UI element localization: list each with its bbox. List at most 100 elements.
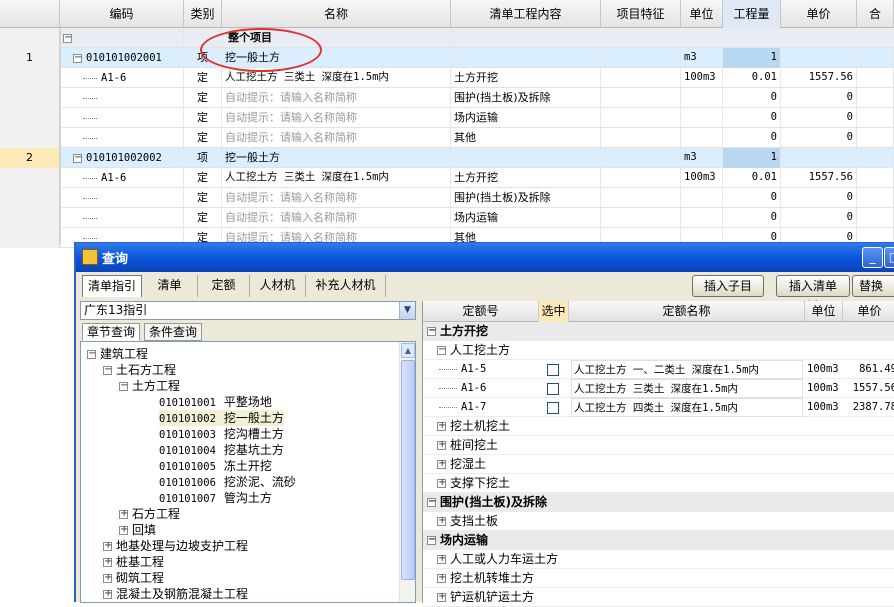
col-header-type[interactable]: 类别 [184,0,222,28]
expand-icon[interactable]: + [437,459,446,469]
row-number[interactable] [0,108,60,128]
total-cell[interactable] [857,128,894,148]
collapse-icon[interactable]: − [427,497,436,507]
feature-cell[interactable] [601,108,681,128]
guide-select[interactable]: 广东13指引 ▼ [80,301,416,320]
unit-cell[interactable] [681,208,723,228]
collapse-icon[interactable]: − [63,32,72,43]
tab-list-guide[interactable]: 清单指引 [82,275,142,297]
quantity-cell[interactable]: 0 [723,108,781,128]
quantity-cell[interactable]: 0 [723,88,781,108]
collapse-icon[interactable]: − [73,152,82,163]
tree-node[interactable]: − 建筑工程 [87,346,148,362]
content-cell[interactable] [451,148,601,168]
unit-cell[interactable]: m3 [681,148,723,168]
total-cell[interactable] [857,108,894,128]
name-cell[interactable]: 自动提示：请输入名称简称 [222,128,451,148]
expand-icon[interactable]: + [437,440,446,450]
root-expander-cell[interactable]: − [60,28,184,48]
col-header-quota-code[interactable]: 定额号 [423,301,539,322]
expand-icon[interactable]: + [437,573,446,583]
tree-scrollbar[interactable]: ▲ [399,342,415,602]
quota-subgroup-row[interactable]: + 挖湿土 [423,455,894,474]
quota-subgroup-row[interactable]: + 支撑下挖土 [423,474,894,493]
expand-icon[interactable]: + [103,541,112,551]
content-cell[interactable]: 围护(挡土板)及拆除 [451,188,601,208]
collapse-icon[interactable]: − [427,535,436,545]
price-cell[interactable]: 0 [781,88,857,108]
quota-row[interactable]: A1-6 定人工挖土方 三类土 深度在1.5m内 土方开挖 100m3 0.01 1557… [0,168,894,188]
price-cell[interactable]: 1557.56 [781,68,857,88]
total-cell[interactable] [857,168,894,188]
collapse-icon[interactable]: − [437,345,446,355]
row-number[interactable] [0,128,60,148]
type-cell[interactable]: 定 [184,88,222,108]
code-cell[interactable] [60,108,184,128]
tab-list[interactable]: 清单 [142,275,198,297]
row-number[interactable]: 1 [0,48,60,68]
expand-icon[interactable]: + [103,589,112,599]
col-header-unit[interactable]: 单位 [805,301,843,322]
name-cell[interactable]: 自动提示：请输入名称简称 [222,188,451,208]
unit-cell[interactable] [681,188,723,208]
quota-item-row[interactable]: A1-6 人工挖土方 三类土 深度在1.5m内 100m3 1557.56 [423,379,894,398]
tab-materials[interactable]: 人材机 [250,275,306,297]
name-cell[interactable]: 自动提示：请输入名称简称 [222,108,451,128]
total-cell[interactable] [857,188,894,208]
unit-cell[interactable]: 100m3 [681,68,723,88]
price-cell[interactable]: 1557.56 [781,168,857,188]
feature-cell[interactable] [601,208,681,228]
tree-leaf-010101006[interactable]: 010101006 挖淤泥、流砂 [159,474,296,490]
tree-leaf-010101007[interactable]: 010101007 管沟土方 [159,490,272,506]
quota-subgroup-row[interactable]: + 挖土机挖土 [423,417,894,436]
price-cell[interactable]: 0 [781,208,857,228]
price-cell[interactable]: 0 [781,128,857,148]
quota-subgroup-row[interactable]: + 挖土机转堆土方 [423,569,894,588]
quota-subgroup-row[interactable]: − 人工挖土方 [423,341,894,360]
quota-group-row[interactable]: − 围护(挡土板)及拆除 [423,493,894,512]
price-cell[interactable]: 0 [781,108,857,128]
minimize-button[interactable]: _ [862,247,883,268]
quantity-cell[interactable]: 0 [723,208,781,228]
quota-group-row[interactable]: − 场内运输 [423,531,894,550]
code-cell[interactable]: −010101002001 [60,48,184,68]
collapse-icon[interactable]: − [119,381,128,391]
tree-node[interactable]: + 砌筑工程 [103,570,164,586]
quota-group-row[interactable]: − 土方开挖 [423,322,894,341]
expand-icon[interactable]: + [437,516,446,526]
total-cell[interactable] [857,208,894,228]
scroll-thumb[interactable] [401,360,415,580]
feature-cell[interactable] [601,48,681,68]
maximize-button[interactable]: □ [884,247,894,268]
quantity-cell[interactable]: 1 [723,148,781,168]
feature-cell[interactable] [601,188,681,208]
total-cell[interactable] [857,88,894,108]
price-cell[interactable]: 0 [781,188,857,208]
name-cell[interactable]: 人工挖土方 三类土 深度在1.5m内 [222,168,451,188]
col-header-content[interactable]: 清单工程内容 [451,0,601,28]
tree-node[interactable]: + 地基处理与边坡支护工程 [103,538,248,554]
type-cell[interactable]: 定 [184,168,222,188]
subtab-condition-query[interactable]: 条件查询 [144,323,203,341]
quota-row[interactable]: A1-6 定人工挖土方 三类土 深度在1.5m内 土方开挖 100m3 0.01 1557… [0,68,894,88]
code-cell[interactable] [60,128,184,148]
col-header-price[interactable]: 单价 [843,301,894,322]
col-header-unit[interactable]: 单位 [681,0,723,28]
code-cell[interactable]: A1-6 [60,168,184,188]
code-cell[interactable]: −010101002002 [60,148,184,168]
scroll-up-icon[interactable]: ▲ [401,343,415,358]
content-cell[interactable]: 土方开挖 [451,168,601,188]
unit-cell[interactable] [681,88,723,108]
tree-leaf-010101001[interactable]: 010101001 平整场地 [159,394,272,410]
quota-row[interactable]: 定自动提示：请输入名称简称 场内运输 0 0 [0,208,894,228]
feature-cell[interactable] [601,88,681,108]
quota-subgroup-row[interactable]: + 人工或人力车运土方 [423,550,894,569]
tree-node[interactable]: + 回填 [119,522,156,538]
replace-list-button[interactable]: 替换清 [852,275,894,297]
price-cell[interactable] [781,48,857,68]
total-cell[interactable] [857,148,894,168]
tree-node[interactable]: − 土石方工程 [103,362,176,378]
row-number[interactable] [0,168,60,188]
feature-cell[interactable] [601,148,681,168]
quota-row[interactable]: 定自动提示：请输入名称简称 场内运输 0 0 [0,108,894,128]
